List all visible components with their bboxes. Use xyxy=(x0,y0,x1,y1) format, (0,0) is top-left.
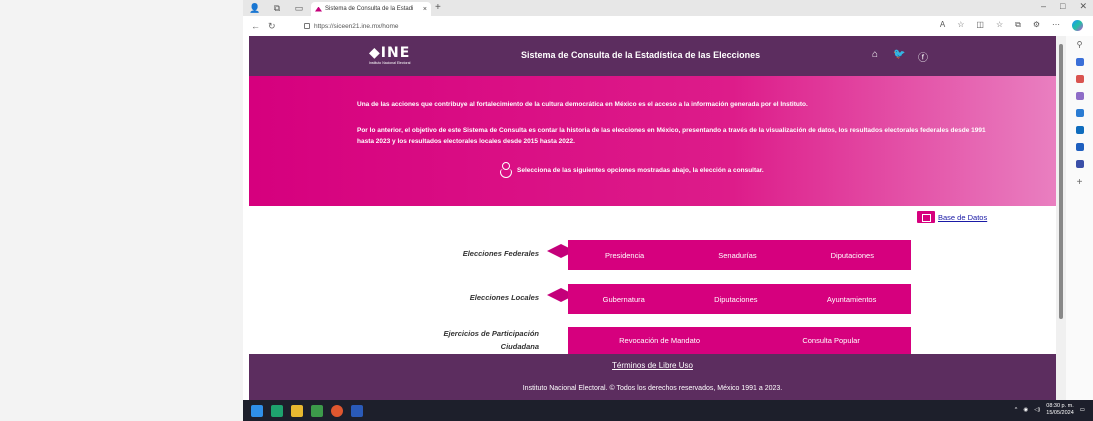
bing-icon[interactable] xyxy=(1075,160,1084,168)
home-icon[interactable]: ⌂ xyxy=(869,49,881,64)
close-window-button[interactable]: ✕ xyxy=(1079,1,1087,12)
database-link-label: Base de Datos xyxy=(938,212,988,222)
download-folder-icon xyxy=(917,211,935,223)
outlook-icon[interactable] xyxy=(1075,126,1084,134)
office-icon[interactable] xyxy=(1075,109,1084,117)
close-tab-icon[interactable]: × xyxy=(423,6,427,13)
notification-icon[interactable]: ▭ xyxy=(1080,407,1085,413)
consulta-popular-button[interactable]: Consulta Popular xyxy=(802,336,860,345)
citizen-label-line2: Ciudadana xyxy=(500,342,539,351)
local-elections-label: Elecciones Locales xyxy=(469,293,539,302)
presidencia-button[interactable]: Presidencia xyxy=(605,251,644,260)
toolbar-icons: A ☆ ◫ ☆ ⧉ ⚙ ⋯ xyxy=(940,20,1083,31)
shopping-icon[interactable] xyxy=(1075,58,1084,66)
edge-taskbar-icon[interactable] xyxy=(271,404,283,417)
diputaciones-federal-button[interactable]: Diputaciones xyxy=(831,251,874,260)
explorer-taskbar-icon[interactable] xyxy=(291,404,303,417)
revocacion-mandato-button[interactable]: Revocación de Mandato xyxy=(619,336,700,345)
social-links: ⌂ 🐦 ⓕ xyxy=(869,49,929,64)
intro-banner: Una de las acciones que contribuye al fo… xyxy=(249,76,1056,206)
site-footer: Términos de Libre Uso Instituto Nacional… xyxy=(249,354,1056,400)
new-tab-button[interactable]: + xyxy=(435,2,441,13)
federal-buttons: Presidencia Senadurías Diputaciones xyxy=(568,240,911,270)
gubernatura-button[interactable]: Gubernatura xyxy=(603,295,645,304)
minimize-button[interactable]: – xyxy=(1041,1,1046,12)
maximize-button[interactable]: □ xyxy=(1060,1,1065,12)
drop-icon[interactable] xyxy=(1075,143,1084,151)
word-taskbar-icon[interactable] xyxy=(351,404,363,417)
ayuntamientos-button[interactable]: Ayuntamientos xyxy=(827,295,876,304)
local-buttons: Gubernatura Diputaciones Ayuntamientos xyxy=(568,284,911,314)
tray-arrow-icon[interactable]: ^ xyxy=(1015,407,1018,413)
instruction-text: Selecciona de las siguientes opciones mo… xyxy=(517,166,764,174)
app-taskbar-icon[interactable] xyxy=(311,404,323,417)
edge-sidebar: ⚲ + xyxy=(1066,36,1093,400)
hand-pointer-icon xyxy=(499,162,513,178)
refresh-icon[interactable]: ↻ xyxy=(268,21,276,32)
tab-actions-icon[interactable]: ▭ xyxy=(291,0,307,16)
citizen-label-line1: Ejercicios de Participación xyxy=(443,329,539,338)
copilot-icon[interactable] xyxy=(1072,20,1083,31)
database-link[interactable]: Base de Datos xyxy=(917,211,987,223)
system-tray: ^ ◉ ◁) 08:30 p. m. 15/05/2024 ▭ xyxy=(1015,403,1085,417)
facebook-icon[interactable]: ⓕ xyxy=(917,49,929,64)
tools-icon[interactable] xyxy=(1075,75,1084,83)
search-icon[interactable]: ⚲ xyxy=(1077,40,1083,49)
url-text: https://siceen21.ine.mx/home xyxy=(314,22,399,30)
clock-time: 08:30 p. m. xyxy=(1046,403,1074,409)
network-icon[interactable]: ◉ xyxy=(1023,407,1028,413)
intro-paragraph-2: Por lo anterior, el objetivo de este Sis… xyxy=(357,127,986,145)
tab-title: Sistema de Consulta de la Estadi xyxy=(325,6,414,12)
windows-taskbar: ^ ◉ ◁) 08:30 p. m. 15/05/2024 ▭ xyxy=(243,400,1093,421)
site-header: ◆INE Instituto Nacional Electoral Sistem… xyxy=(249,36,1056,76)
clock-date: 15/05/2024 xyxy=(1046,410,1074,416)
logo-subtext: Instituto Nacional Electoral xyxy=(369,61,411,65)
address-bar[interactable]: https://siceen21.ine.mx/home xyxy=(298,19,918,33)
lock-icon xyxy=(304,23,310,29)
ine-logo[interactable]: ◆INE Instituto Nacional Electoral xyxy=(369,44,410,65)
add-icon[interactable]: + xyxy=(1077,177,1083,188)
browser-tab[interactable]: Sistema de Consulta de la Estadi × xyxy=(311,2,431,16)
copyright-text: Instituto Nacional Electoral. © Todos lo… xyxy=(522,385,783,392)
terms-link[interactable]: Términos de Libre Uso xyxy=(249,361,1056,370)
diputaciones-local-button[interactable]: Diputaciones xyxy=(714,295,757,304)
address-bar-row: ← ↻ https://siceen21.ine.mx/home A ☆ ◫ ☆… xyxy=(243,16,1093,36)
back-icon[interactable]: ← xyxy=(251,21,260,31)
games-icon[interactable] xyxy=(1075,92,1084,100)
browser-window: 👤 ⧉ ▭ Sistema de Consulta de la Estadi ×… xyxy=(243,0,1093,421)
logo-text: ◆INE xyxy=(369,45,411,61)
scrollbar-thumb[interactable] xyxy=(1059,44,1063,319)
start-icon[interactable] xyxy=(251,404,263,417)
senadurias-button[interactable]: Senadurías xyxy=(718,251,756,260)
collections-icon-2[interactable]: ⧉ xyxy=(1015,20,1021,31)
clock[interactable]: 08:30 p. m. 15/05/2024 xyxy=(1046,403,1074,417)
more-icon[interactable]: ⋯ xyxy=(1052,20,1060,31)
favorite-star-icon[interactable]: ☆ xyxy=(957,20,964,31)
intro-paragraph-1: Una de las acciones que contribuye al fo… xyxy=(357,101,808,108)
window-controls: – □ ✕ xyxy=(1041,1,1087,12)
tab-bar: 👤 ⧉ ▭ Sistema de Consulta de la Estadi ×… xyxy=(243,0,1093,16)
citizen-buttons: Revocación de Mandato Consulta Popular xyxy=(568,327,911,354)
site-title: Sistema de Consulta de la Estadística de… xyxy=(521,50,761,60)
volume-icon[interactable]: ◁) xyxy=(1034,407,1040,413)
split-screen-icon[interactable]: ◫ xyxy=(976,20,984,31)
twitter-icon[interactable]: 🐦 xyxy=(893,49,905,64)
profile-icon[interactable]: 👤 xyxy=(247,0,263,16)
federal-elections-label: Elecciones Federales xyxy=(462,249,539,258)
ine-favicon-icon xyxy=(315,6,322,12)
read-aloud-icon[interactable]: A xyxy=(940,20,945,31)
chrome-taskbar-icon[interactable] xyxy=(331,404,343,417)
favorites-icon[interactable]: ☆ xyxy=(996,20,1003,31)
instruction-line: Selecciona de las siguientes opciones mo… xyxy=(499,162,764,178)
page-scrollbar[interactable] xyxy=(1056,36,1066,400)
extensions-icon[interactable]: ⚙ xyxy=(1033,20,1040,31)
collections-icon[interactable]: ⧉ xyxy=(269,0,285,16)
desktop-background xyxy=(0,0,243,421)
